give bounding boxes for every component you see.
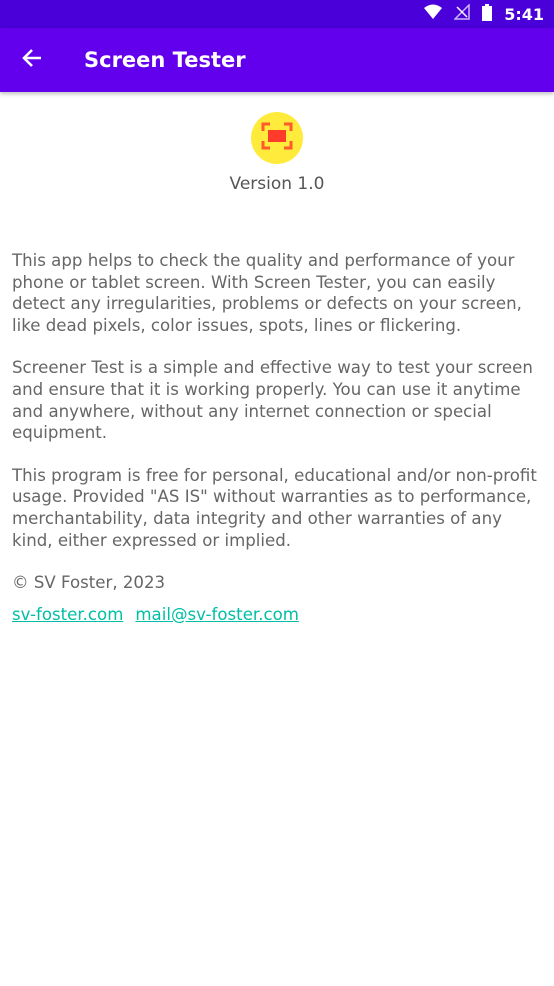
version-label: Version 1.0 (229, 174, 325, 194)
about-content: This app helps to check the quality and … (12, 250, 546, 625)
status-time: 5:41 (504, 4, 544, 24)
email-link[interactable]: mail@sv-foster.com (135, 604, 299, 626)
links-row: sv-foster.com mail@sv-foster.com (12, 604, 546, 626)
description-paragraph: This app helps to check the quality and … (12, 251, 522, 335)
about-header: Version 1.0 (0, 112, 554, 194)
wifi-icon (424, 4, 443, 24)
arrow-back-icon (21, 47, 43, 73)
app-bar: Screen Tester (0, 28, 554, 92)
back-button[interactable] (0, 28, 64, 92)
description-paragraph: Screener Test is a simple and effective … (12, 358, 533, 443)
battery-icon (482, 3, 493, 25)
no-signal-icon (453, 3, 470, 24)
license-paragraph: This program is free for personal, educa… (12, 465, 537, 550)
app-logo (251, 112, 303, 164)
page-title: Screen Tester (84, 48, 246, 72)
screen-frame-icon (261, 122, 293, 154)
copyright-text: © SV Foster, 2023 (12, 573, 166, 593)
status-bar: 5:41 (0, 0, 554, 28)
website-link[interactable]: sv-foster.com (12, 604, 123, 626)
